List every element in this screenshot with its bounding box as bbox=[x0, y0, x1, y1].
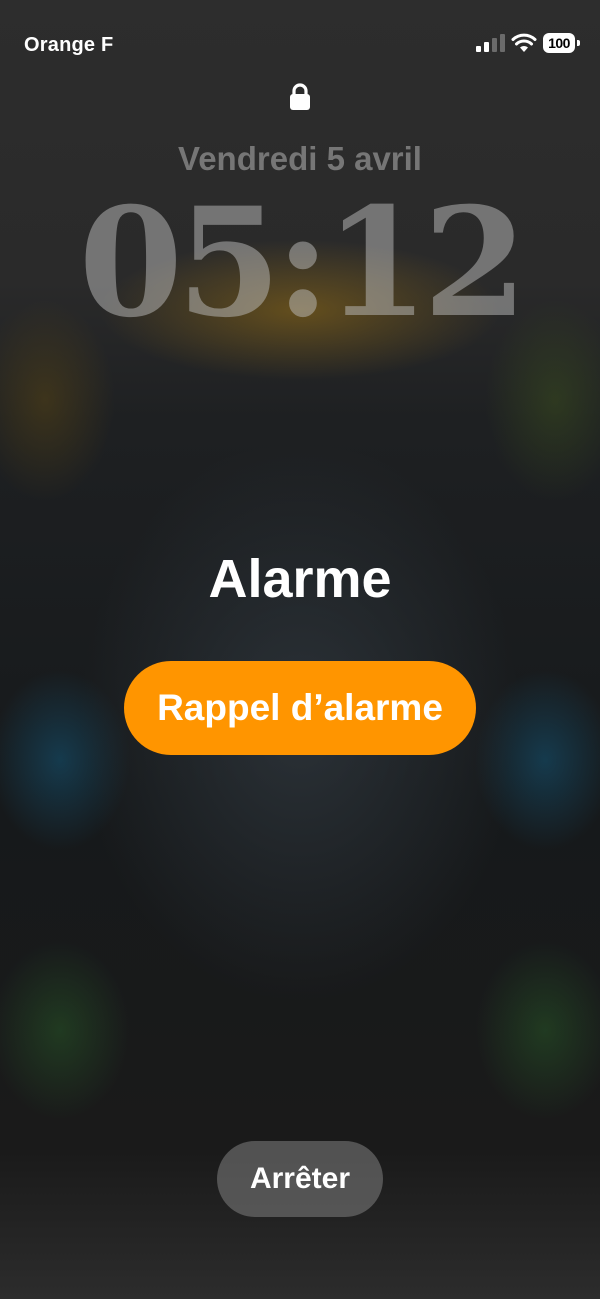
lock-time: 05:12 bbox=[78, 175, 528, 351]
carrier-name: Orange F bbox=[24, 34, 114, 56]
battery-icon: 100 bbox=[543, 33, 580, 53]
status-bar: Orange F 100 bbox=[0, 0, 600, 90]
alarm-title: Alarme bbox=[208, 549, 392, 609]
battery-cap bbox=[577, 40, 580, 46]
wifi-icon bbox=[511, 33, 537, 52]
lock-date: Vendredi 5 avril bbox=[178, 140, 422, 177]
lock-screen: Orange F 100 Vendredi 5 avril 05:12 Alar… bbox=[0, 0, 600, 1299]
stop-button[interactable]: Arrêter bbox=[217, 1141, 383, 1217]
cellular-signal-icon bbox=[476, 34, 505, 52]
snooze-button[interactable]: Rappel d’alarme bbox=[124, 661, 476, 755]
lock-icon bbox=[290, 83, 310, 110]
battery-level: 100 bbox=[543, 33, 575, 53]
